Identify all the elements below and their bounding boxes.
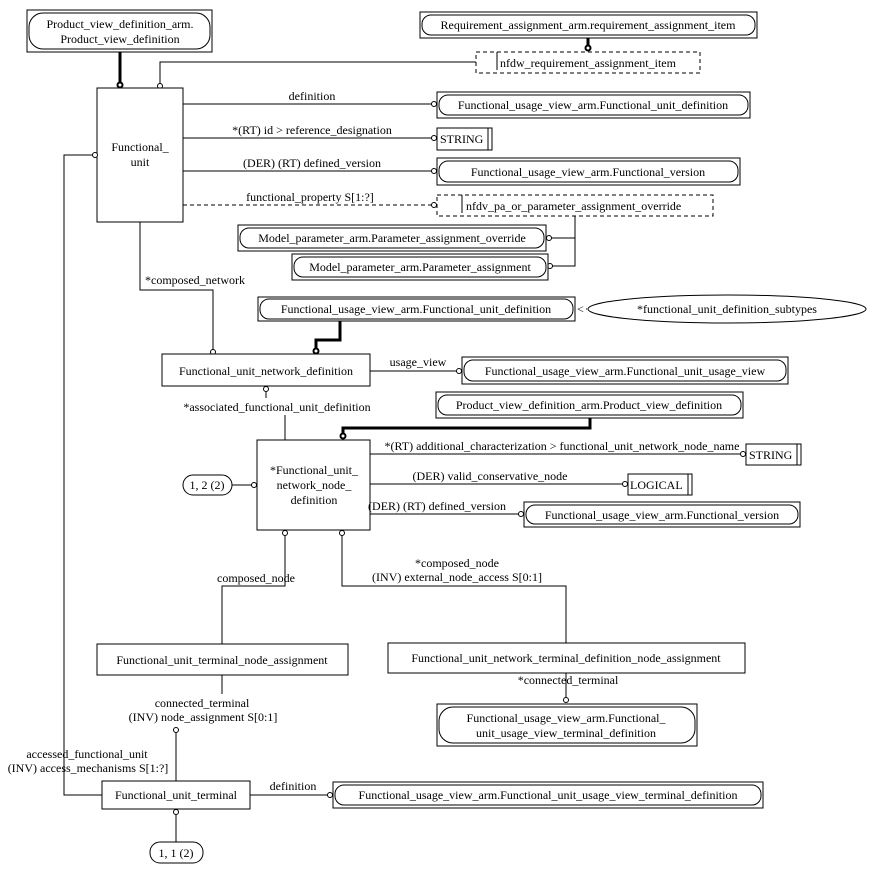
relation-label: connected_terminal [155, 696, 250, 710]
entity-product-view-definition-ref[interactable]: Product_view_definition_arm.Product_view… [435, 391, 744, 419]
select-nfdw-requirement-assignment-item[interactable]: nfdw_requirement_assignment_item [475, 51, 701, 74]
relation-label: (DER) (RT) defined_version [368, 499, 506, 513]
entity-functional-unit-network-terminal-definition-node-assignment[interactable]: Functional_unit_network_terminal_definit… [387, 642, 746, 674]
relation-label: (INV) node_assignment S[0:1] [129, 710, 278, 724]
entity-label: Functional_unit_network_definition [179, 364, 353, 378]
type-logical[interactable]: LOGICAL [627, 473, 693, 496]
entity-requirement-assignment-item[interactable]: Requirement_assignment_arm.requirement_a… [419, 11, 758, 39]
subtypes-label: *functional_unit_definition_subtypes [637, 302, 817, 316]
relation-label: composed_node [217, 571, 295, 585]
relation-label: definition [289, 89, 336, 103]
relation-label: (INV) external_node_access S[0:1] [372, 570, 542, 584]
relation-label: *(RT) id > reference_designation [232, 123, 392, 137]
entity-functional-unit-definition-supertype[interactable]: Functional_usage_view_arm.Functional_uni… [257, 296, 576, 322]
relation-label: (DER) (RT) defined_version [243, 156, 381, 170]
entity-label: Model_parameter_arm.Parameter_assignment… [258, 231, 526, 245]
entity-label: Functional_usage_view_arm.Functional_ [467, 711, 667, 725]
entity-functional-unit-terminal-node-assignment[interactable]: Functional_unit_terminal_node_assignment [96, 643, 349, 676]
entity-label: Functional_ [111, 140, 169, 154]
relation-label: (INV) access_mechanisms S[1:?] [8, 761, 169, 775]
entity-functional-unit[interactable]: Functional_ unit [96, 87, 184, 223]
type-label: STRING [749, 448, 793, 462]
entity-functional-version-ref-1[interactable]: Functional_usage_view_arm.Functional_ver… [436, 157, 741, 186]
entity-label: Functional_usage_view_arm.Functional_ver… [471, 165, 705, 179]
entity-label: definition [291, 493, 338, 507]
entity-product-view-definition-top[interactable]: Product_view_definition_arm. Product_vie… [26, 9, 213, 53]
entity-functional-unit-network-definition[interactable]: Functional_unit_network_definition [161, 353, 371, 387]
entity-functional-unit-usage-view-ref[interactable]: Functional_usage_view_arm.Functional_uni… [461, 356, 789, 385]
entity-label: Functional_unit_terminal [115, 788, 238, 802]
type-label: STRING [440, 132, 484, 146]
relation-label: *connected_terminal [518, 673, 619, 687]
entity-label: Functional_usage_view_arm.Functional_ver… [545, 508, 779, 522]
entity-label: unit [131, 155, 150, 169]
entity-label: Product_view_definition_arm. [47, 17, 194, 31]
select-label: nfdv_pa_or_parameter_assignment_override [466, 199, 681, 213]
entity-label: network_node_ [277, 478, 353, 492]
entity-label: Product_view_definition_arm.Product_view… [456, 398, 722, 412]
entity-label: Functional_usage_view_arm.Functional_uni… [485, 364, 766, 378]
entity-label: Functional_usage_view_arm.Functional_uni… [359, 788, 738, 802]
select-label: nfdw_requirement_assignment_item [500, 56, 677, 70]
entity-parameter-assignment-ref[interactable]: Model_parameter_arm.Parameter_assignment [291, 253, 549, 281]
entity-functional-unit-usage-view-terminal-definition-ref-2[interactable]: Functional_usage_view_arm.Functional_uni… [332, 781, 764, 809]
entity-label: Functional_usage_view_arm.Functional_uni… [458, 98, 728, 112]
entity-label: Functional_unit_terminal_node_assignment [116, 653, 328, 667]
entity-functional-unit-terminal[interactable]: Functional_unit_terminal [101, 780, 251, 810]
entity-label: *Functional_unit_ [270, 463, 359, 477]
type-label: LOGICAL [630, 478, 683, 492]
type-string-2[interactable]: STRING [745, 443, 802, 466]
express-g-diagram: Product_view_definition_arm. Product_vie… [8, 9, 867, 864]
subtypes-ellipse[interactable]: *functional_unit_definition_subtypes [587, 294, 867, 324]
page-ref-label: 1, 1 (2) [159, 846, 194, 860]
select-nfdv-pa-or-parameter-assignment-override[interactable]: nfdv_pa_or_parameter_assignment_override [436, 194, 714, 217]
relation-label: accessed_functional_unit [26, 747, 148, 761]
page-ref-label: 1, 2 (2) [190, 478, 225, 492]
relation-label: *composed_node [415, 556, 499, 570]
entity-label: Functional_unit_network_terminal_definit… [411, 651, 721, 665]
entity-label: Product_view_definition [60, 32, 179, 46]
relation-label: *associated_functional_unit_definition [183, 400, 370, 414]
relation-label: functional_property S[1:?] [246, 190, 374, 204]
page-reference-1-1[interactable]: 1, 1 (2) [149, 841, 204, 864]
page-reference-1-2[interactable]: 1, 2 (2) [182, 474, 233, 496]
relation-label: *composed_network [145, 273, 245, 287]
entity-functional-unit-network-node-definition[interactable]: *Functional_unit_ network_node_ definiti… [256, 439, 371, 531]
entity-functional-version-ref-2[interactable]: Functional_usage_view_arm.Functional_ver… [523, 501, 801, 528]
relation-label: usage_view [390, 355, 447, 369]
relation-label: (DER) valid_conservative_node [413, 469, 568, 483]
entity-functional-unit-definition-ref[interactable]: Functional_usage_view_arm.Functional_uni… [436, 91, 751, 119]
relation-label: *(RT) additional_characterization > func… [385, 439, 740, 453]
entity-label: Model_parameter_arm.Parameter_assignment [309, 260, 531, 274]
entity-label: Requirement_assignment_arm.requirement_a… [441, 18, 737, 32]
arrow-icon: < [577, 302, 584, 316]
entity-parameter-assignment-override-ref[interactable]: Model_parameter_arm.Parameter_assignment… [237, 224, 547, 252]
entity-label: unit_usage_view_terminal_definition [476, 726, 656, 740]
type-string-1[interactable]: STRING [436, 127, 493, 151]
entity-functional-unit-usage-view-terminal-definition-ref-1[interactable]: Functional_usage_view_arm.Functional_ un… [436, 703, 698, 747]
relation-label: definition [270, 779, 317, 793]
entity-label: Functional_usage_view_arm.Functional_uni… [281, 302, 551, 316]
